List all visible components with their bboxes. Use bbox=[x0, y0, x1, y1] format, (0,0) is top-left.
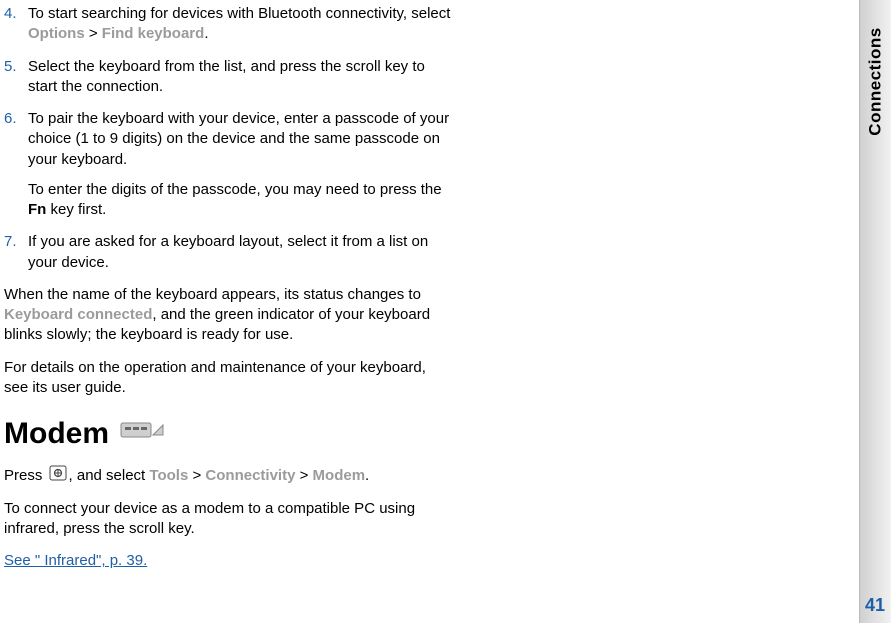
side-tab-label: Connections bbox=[864, 27, 887, 135]
step-marker: 7. bbox=[4, 232, 17, 252]
sep2: > bbox=[295, 467, 312, 484]
paragraph-details: For details on the operation and mainten… bbox=[4, 358, 452, 399]
key-fn: Fn bbox=[28, 201, 46, 218]
instruction-list: 4. To start searching for devices with B… bbox=[4, 4, 452, 273]
sub-post: key first. bbox=[46, 201, 106, 218]
ui-term-keyboard-connected: Keyboard connected bbox=[4, 306, 152, 323]
step-marker: 5. bbox=[4, 57, 17, 77]
ui-term-tools: Tools bbox=[149, 467, 188, 484]
sub-pre: To enter the digits of the passcode, you… bbox=[28, 181, 442, 198]
step-7: 7. If you are asked for a keyboard layou… bbox=[28, 232, 452, 273]
step-4: 4. To start searching for devices with B… bbox=[28, 4, 452, 45]
para-pre: When the name of the keyboard appears, i… bbox=[4, 286, 421, 303]
infrared-link[interactable]: See " Infrared", p. 39. bbox=[4, 552, 147, 569]
ui-term-modem: Modem bbox=[313, 467, 366, 484]
step-text: If you are asked for a keyboard layout, … bbox=[28, 233, 428, 270]
step-text: To pair the keyboard with your device, e… bbox=[28, 110, 449, 168]
side-tab: Connections bbox=[859, 0, 891, 623]
cross-reference: See " Infrared", p. 39. bbox=[4, 551, 452, 571]
step-text-post: . bbox=[204, 25, 208, 42]
paragraph-keyboard-connected: When the name of the keyboard appears, i… bbox=[4, 285, 452, 346]
step-marker: 4. bbox=[4, 4, 17, 24]
step-5: 5. Select the keyboard from the list, an… bbox=[28, 57, 452, 98]
modem-post: . bbox=[365, 467, 369, 484]
step-6: 6. To pair the keyboard with your device… bbox=[28, 109, 452, 220]
after-icon: , and select bbox=[69, 467, 150, 484]
modem-icon bbox=[119, 414, 165, 455]
step-marker: 6. bbox=[4, 109, 17, 129]
modem-heading-text: Modem bbox=[4, 414, 109, 455]
home-key-icon bbox=[49, 465, 67, 487]
page-number: 41 bbox=[865, 593, 885, 617]
step-6-sub: To enter the digits of the passcode, you… bbox=[28, 180, 452, 221]
press-label: Press bbox=[4, 467, 47, 484]
ui-term-connectivity: Connectivity bbox=[205, 467, 295, 484]
modem-heading: Modem bbox=[4, 414, 452, 455]
sep1: > bbox=[188, 467, 205, 484]
main-content: 4. To start searching for devices with B… bbox=[0, 0, 460, 572]
ui-term-options: Options bbox=[28, 25, 85, 42]
step-text: Select the keyboard from the list, and p… bbox=[28, 58, 425, 95]
step-text-mid: > bbox=[85, 25, 102, 42]
ui-term-find-keyboard: Find keyboard bbox=[102, 25, 205, 42]
modem-connect-paragraph: To connect your device as a modem to a c… bbox=[4, 499, 452, 540]
step-text-pre: To start searching for devices with Blue… bbox=[28, 5, 450, 22]
modem-press-paragraph: Press , and select Tools > Connectivity … bbox=[4, 465, 452, 487]
